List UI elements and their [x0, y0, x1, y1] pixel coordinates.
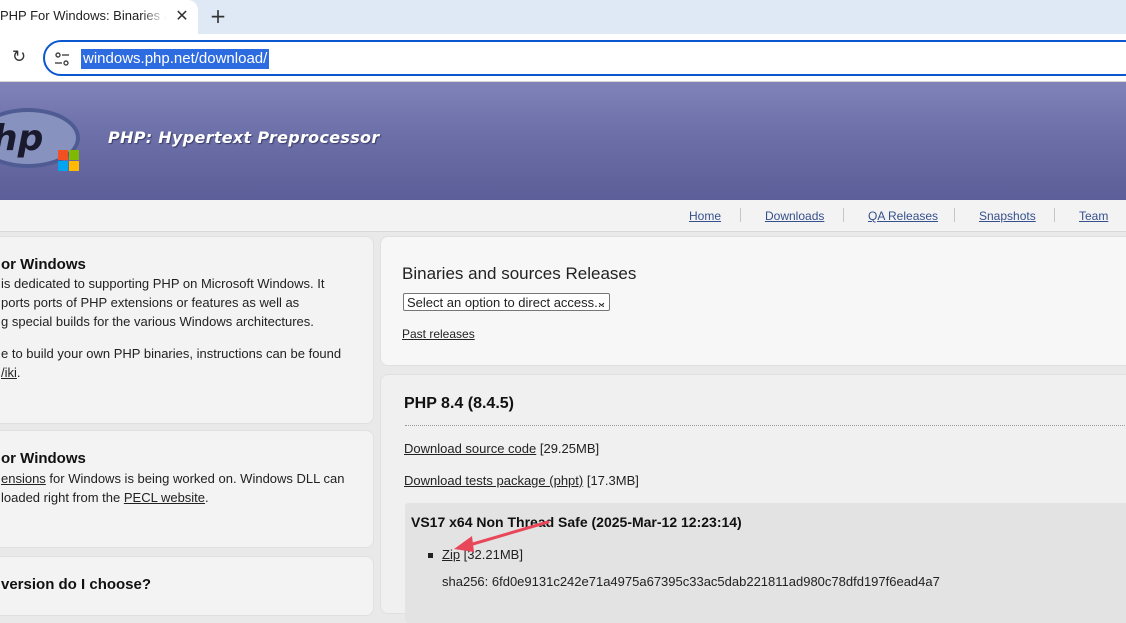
- pecl-line-2-text: loaded right from the: [1, 490, 124, 505]
- build-box-vs17-x64-nts: VS17 x64 Non Thread Safe (2025-Mar-12 12…: [405, 503, 1126, 623]
- php-8-4-card: PHP 8.4 (8.4.5) Download source code [29…: [380, 374, 1126, 623]
- card-title: or Windows: [1, 450, 86, 467]
- pecl-line-2: loaded right from the PECL website.: [1, 490, 209, 505]
- build-instructions-line: e to build your own PHP binaries, instru…: [1, 346, 342, 361]
- intro-line-1: is dedicated to supporting PHP on Micros…: [1, 276, 325, 291]
- release-select[interactable]: Select an option to direct access... ⌄: [403, 293, 610, 311]
- which-version-card: version do I choose?: [0, 556, 374, 616]
- nav-snapshots[interactable]: Snapshots: [979, 209, 1036, 223]
- browser-toolbar: ↻ windows.php.net/download/: [0, 34, 1126, 82]
- nav-team[interactable]: Team: [1079, 209, 1108, 223]
- select-placeholder: Select an option to direct access...: [407, 295, 605, 310]
- php-version-title: PHP 8.4 (8.4.5): [404, 395, 514, 412]
- nav-qa-releases[interactable]: QA Releases: [868, 209, 938, 223]
- intro-line-3: g special builds for the various Windows…: [1, 314, 314, 329]
- source-size: [29.25MB]: [536, 441, 600, 456]
- divider: [405, 425, 1126, 426]
- tab-title: PHP For Windows: Binaries and sources Re…: [0, 8, 166, 23]
- sha256-line: sha256: 6fd0e9131c242e71a4975a67395c33ac…: [442, 574, 940, 589]
- svg-text:hp: hp: [0, 118, 43, 159]
- download-source-link[interactable]: Download source code: [404, 441, 536, 456]
- wiki-after: .: [16, 365, 21, 380]
- site-nav: Home Downloads QA Releases Snapshots Tea…: [0, 200, 1126, 232]
- pecl-for-windows-card: or Windows ensions for Windows is being …: [0, 430, 374, 548]
- card-title: or Windows: [1, 256, 86, 273]
- zip-size: [32.21MB]: [460, 547, 523, 562]
- chevron-down-icon: ⌄: [596, 294, 607, 309]
- releases-heading: Binaries and sources Releases: [402, 264, 637, 283]
- site-info-icon[interactable]: [53, 50, 71, 68]
- build-title: VS17 x64 Non Thread Safe (2025-Mar-12 12…: [411, 514, 742, 530]
- releases-card: Binaries and sources Releases Select an …: [380, 236, 1126, 366]
- pecl-line-1: ensions for Windows is being worked on. …: [1, 471, 344, 486]
- past-releases-link[interactable]: Past releases: [402, 327, 475, 341]
- php-windows-logo[interactable]: hp: [0, 102, 98, 180]
- source-line: Download source code [29.25MB]: [404, 441, 599, 456]
- pecl-line-2-after: .: [205, 490, 209, 505]
- pecl-extensions-link[interactable]: ensions: [1, 471, 46, 486]
- wiki-link[interactable]: /iki: [1, 365, 17, 380]
- nav-divider: [954, 208, 955, 222]
- reload-icon[interactable]: ↻: [8, 46, 30, 68]
- address-bar[interactable]: windows.php.net/download/: [43, 40, 1126, 76]
- zip-line: Zip [32.21MB]: [442, 547, 523, 562]
- card-title: version do I choose?: [1, 576, 152, 593]
- tests-line: Download tests package (phpt) [17.3MB]: [404, 473, 639, 488]
- new-tab-button[interactable]: +: [206, 5, 230, 29]
- nav-home[interactable]: Home: [689, 209, 721, 223]
- tests-size: [17.3MB]: [583, 473, 639, 488]
- nav-downloads[interactable]: Downloads: [765, 209, 824, 223]
- zip-download-link[interactable]: Zip: [442, 547, 460, 562]
- browser-tab[interactable]: PHP For Windows: Binaries and sources Re…: [0, 0, 198, 34]
- pecl-line-1-text: for Windows is being worked on. Windows …: [45, 471, 345, 486]
- page: hp PHP: Hypertext Preprocessor Home Down…: [0, 82, 1126, 623]
- intro-line-2: ports ports of PHP extensions or feature…: [1, 295, 300, 310]
- nav-divider: [1054, 208, 1055, 222]
- bullet-icon: [428, 553, 433, 558]
- pecl-website-link[interactable]: PECL website: [124, 490, 205, 505]
- site-tagline: PHP: Hypertext Preprocessor: [108, 128, 380, 147]
- nav-divider: [843, 208, 844, 222]
- close-tab-icon[interactable]: ✕: [172, 6, 192, 26]
- php-for-windows-card: or Windows is dedicated to supporting PH…: [0, 236, 374, 424]
- tab-strip: PHP For Windows: Binaries and sources Re…: [0, 0, 1126, 34]
- site-banner: hp PHP: Hypertext Preprocessor: [0, 82, 1126, 200]
- download-tests-link[interactable]: Download tests package (phpt): [404, 473, 583, 488]
- wiki-line: /iki.: [1, 365, 21, 380]
- nav-divider: [740, 208, 741, 222]
- url-text[interactable]: windows.php.net/download/: [81, 49, 270, 69]
